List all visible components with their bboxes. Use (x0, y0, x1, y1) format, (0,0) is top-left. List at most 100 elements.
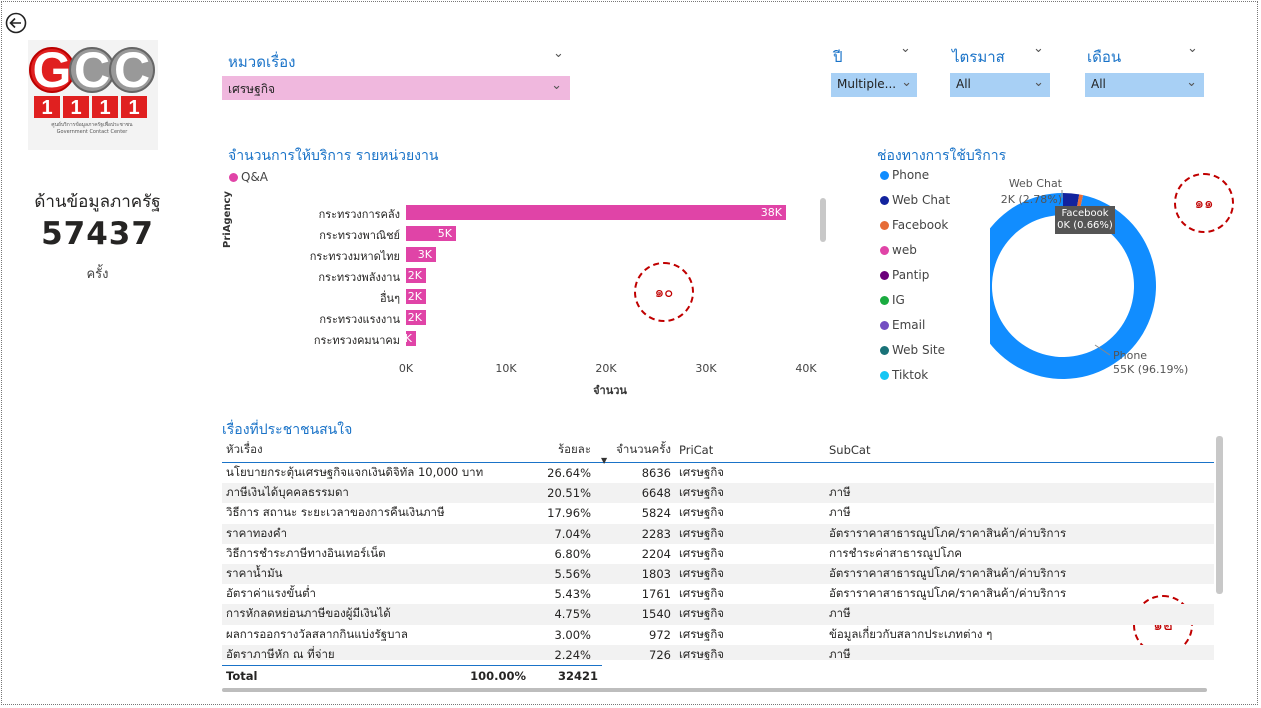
legend-item-phone[interactable]: Phone (880, 168, 990, 193)
back-arrow-icon[interactable] (5, 12, 27, 34)
legend-item-web[interactable]: web (880, 243, 990, 268)
total-count: 32421 (530, 665, 602, 687)
cell-percent: 26.64% (547, 466, 591, 481)
bar[interactable]: 1K (398, 331, 416, 346)
legend-label: IG (892, 293, 905, 307)
quarter-slicer-dropdown[interactable]: All ⌄ (950, 73, 1050, 97)
bar-data-label: 2K (407, 269, 422, 282)
cell-count: 5824 (641, 506, 671, 521)
bar-chart-xlabel: จำนวน (593, 384, 627, 397)
table-row[interactable]: อัตราภาษีหัก ณ ที่จ่าย 2.24% 726 เศรษฐกิจ ภา… (222, 644, 1214, 660)
cell-topic: อัตราค่าแรงขั้นต่ำ (226, 586, 317, 601)
total-label: Total (222, 665, 467, 687)
cell-subcat: ภาษี (825, 483, 1214, 504)
kpi-value: 57437 (41, 216, 154, 252)
legend-item-pantip[interactable]: Pantip (880, 268, 990, 293)
cell-pricat: เศรษฐกิจ (675, 563, 825, 585)
cell-percent: 6.80% (554, 546, 591, 561)
bar-category-label: กระทรวงพลังงาน (318, 271, 400, 284)
table-row[interactable]: อัตราค่าแรงขั้นต่ำ 5.43% 1761 เศรษฐกิจ อัตรา… (222, 584, 1214, 604)
bar[interactable]: 2K (406, 289, 426, 304)
svg-text:1: 1 (70, 97, 81, 119)
bar[interactable]: 38K (406, 205, 786, 220)
month-slicer-title: เดือน (1087, 48, 1122, 66)
legend-label: Facebook (892, 218, 949, 232)
cell-percent: 20.51% (535, 483, 595, 504)
month-slicer-dropdown[interactable]: All ⌄ (1085, 73, 1204, 97)
legend-dot-icon (880, 196, 889, 205)
topic-slicer-dropdown[interactable]: เศรษฐกิจ ⌄ (222, 76, 570, 100)
svg-text:G: G (33, 42, 72, 98)
cell-count: 1761 (641, 587, 671, 602)
legend-label: Tiktok (892, 368, 929, 382)
bar[interactable]: 5K (406, 226, 456, 241)
column-header-percent[interactable]: ร้อยละ (535, 438, 595, 463)
cell-count: 2204 (641, 546, 671, 561)
bar-chart-scrollbar[interactable] (820, 198, 826, 242)
table-row[interactable]: ราคาทองคำ 7.04% 2283 เศรษฐกิจ อัตราราคาสาธาร… (222, 523, 1214, 544)
chevron-down-icon[interactable]: ⌄ (1187, 41, 1198, 56)
cell-topic: ราคาน้ำมัน (222, 563, 535, 585)
phone-label: Phone (1113, 349, 1148, 362)
table-row[interactable]: ภาษีเงินได้บุคคลธรรมดา 20.51% 6648 เศรษฐกิจ… (222, 483, 1214, 504)
legend-dot-icon (880, 321, 889, 330)
bar[interactable]: 2K (406, 268, 426, 283)
column-header-topic[interactable]: หัวเรื่อง (222, 438, 535, 463)
svg-text:1: 1 (128, 97, 139, 119)
legend-item-tiktok[interactable]: Tiktok (880, 368, 990, 393)
x-axis-tick-label: 20K (595, 362, 617, 375)
chevron-down-icon[interactable]: ⌄ (553, 46, 564, 61)
bar[interactable]: 2K (406, 310, 426, 325)
column-header-count[interactable]: จำนวนครั้ง ▼ (595, 438, 675, 465)
chevron-down-icon[interactable]: ⌄ (1033, 41, 1044, 56)
bar[interactable]: 3K (406, 247, 436, 262)
year-slicer-dropdown[interactable]: Multiple... ⌄ (831, 73, 917, 97)
bar-category-label: กระทรวงการคลัง (318, 208, 400, 221)
bar-data-label: 2K (407, 290, 422, 303)
cell-topic: ราคาทองคำ (222, 523, 535, 544)
cell-subcat: อัตราราคาสาธารณูปโภค/ราคาสินค้า/ค่าบริกา… (829, 586, 1067, 601)
phone-value: 55K (96.19%) (1113, 363, 1189, 376)
quarter-slicer-title: ไตรมาส (952, 48, 1005, 66)
bar-data-label: 3K (417, 248, 432, 261)
sort-desc-icon: ▼ (601, 456, 608, 465)
legend-item-web-site[interactable]: Web Site (880, 343, 990, 368)
table-scrollbar[interactable] (1216, 436, 1223, 594)
svg-text:ศูนย์บริการข้อมูลภาครัฐเพื่อปร: ศูนย์บริการข้อมูลภาครัฐเพื่อประชาชน (51, 121, 133, 128)
table-row[interactable]: วิธีการชำระภาษีทางอินเทอร์เน็ต 6.80% 2204 เ… (222, 544, 1214, 564)
bar-category-label: อื่นๆ (379, 292, 400, 305)
legend-item-ig[interactable]: IG (880, 293, 990, 318)
bar-data-label: 1K (397, 332, 412, 345)
cell-count: 726 (595, 644, 675, 660)
year-slicer-title: ปี (833, 48, 843, 66)
cell-subcat: อัตราราคาสาธารณูปโภค/ราคาสินค้า/ค่าบริกา… (825, 563, 1214, 585)
table-row[interactable]: นโยบายกระตุ้นเศรษฐกิจแจกเงินดิจิทัล 10,0… (222, 463, 1214, 484)
chevron-down-icon[interactable]: ⌄ (900, 41, 911, 56)
legend-item-web-chat[interactable]: Web Chat (880, 193, 990, 218)
cell-percent: 17.96% (547, 506, 591, 521)
cell-percent: 5.56% (535, 563, 595, 585)
column-header-pricat[interactable]: PriCat (675, 438, 825, 463)
bar-category-label: กระทรวงพาณิชย์ (319, 229, 400, 242)
table-row[interactable]: ราคาน้ำมัน 5.56% 1803 เศรษฐกิจ อัตราราคาสาธา… (222, 563, 1214, 585)
svg-text:C: C (114, 42, 150, 98)
topic-slicer-value: เศรษฐกิจ (228, 82, 275, 96)
topics-table: หัวเรื่อง ร้อยละ จำนวนครั้ง ▼ PriCat Sub… (222, 438, 1214, 660)
table-row[interactable]: วิธีการ สถานะ ระยะเวลาของการคืนเงินภาษี 1… (222, 503, 1214, 523)
legend-item-facebook[interactable]: Facebook (880, 218, 990, 243)
month-slicer-value: All (1091, 77, 1106, 91)
legend-item-email[interactable]: Email (880, 318, 990, 343)
cell-pricat: เศรษฐกิจ (675, 644, 825, 660)
chevron-down-icon: ⌄ (551, 78, 562, 93)
cell-topic: อัตราภาษีหัก ณ ที่จ่าย (222, 644, 535, 660)
total-percent: 100.00% (466, 665, 531, 687)
table-row[interactable]: ผลการออกรางวัลสลากกินแบ่งรัฐบาล 3.00% 972 เ… (222, 625, 1214, 645)
bar-chart-legend: Q&A (229, 170, 268, 184)
table-horizontal-scrollbar[interactable] (222, 688, 1207, 692)
topic-slicer-title: หมวดเรื่อง (228, 53, 296, 71)
cell-topic: การหักลดหย่อนภาษีของผู้มีเงินได้ (222, 604, 535, 625)
table-row[interactable]: การหักลดหย่อนภาษีของผู้มีเงินได้ 4.75% 154… (222, 604, 1214, 625)
chevron-down-icon: ⌄ (1033, 75, 1044, 90)
column-header-subcat[interactable]: SubCat (825, 438, 1214, 463)
x-axis-tick-label: 40K (795, 362, 817, 375)
